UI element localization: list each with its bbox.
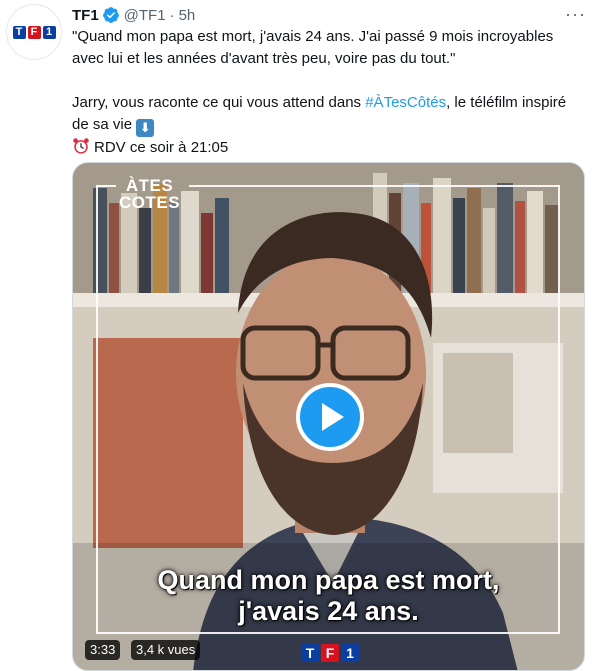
separator-dot: · <box>169 6 175 24</box>
logo-letter-t: T <box>12 25 26 39</box>
text-segment: RDV ce soir à 21:05 <box>94 139 229 156</box>
hashtag-link[interactable]: #ÀTesCôtés <box>365 94 446 111</box>
tweet-header: TF1 @TF1 · 5h ··· <box>72 4 588 26</box>
logo-letter-1: 1 <box>42 25 56 39</box>
tweet-text-line: Jarry, vous raconte ce qui vous attend d… <box>72 92 582 114</box>
logo-letter-f: F <box>321 644 339 662</box>
video-player[interactable]: ÀTES COTES Quand mon papa est mort, j'av… <box>72 162 585 671</box>
tweet-text-line: avec lui et les années d'avant très peu,… <box>72 50 456 67</box>
text-segment: Jarry, vous raconte ce qui vous attend d… <box>72 94 366 111</box>
avatar[interactable]: T F 1 <box>6 4 62 60</box>
tweet-timestamp[interactable]: 5h <box>179 7 196 24</box>
play-icon <box>322 403 344 431</box>
text-segment: , le téléfilm inspiré <box>446 94 567 111</box>
show-logo-line: COTES <box>119 193 181 212</box>
tweet-text-line: de sa vie ⬇ <box>72 114 582 137</box>
more-options-icon[interactable]: ··· <box>565 4 586 25</box>
tweet-text-line: "Quand mon papa est mort, j'avais 24 ans… <box>72 28 554 45</box>
text-segment: de sa vie <box>72 116 137 133</box>
logo-letter-f: F <box>27 25 41 39</box>
frame-border <box>189 185 560 187</box>
down-arrow-icon: ⬇ <box>136 119 155 137</box>
tweet-text: "Quand mon papa est mort, j'avais 24 ans… <box>72 26 582 159</box>
tweet-text-line: RDV ce soir à 21:05 <box>72 137 582 159</box>
logo-letter-t: T <box>301 644 319 662</box>
logo-letter-1: 1 <box>341 644 359 662</box>
video-duration: 3:33 <box>85 640 121 660</box>
verified-badge-icon <box>102 7 119 23</box>
tf1-logo: T F 1 <box>12 25 56 39</box>
subtitle-line: j'avais 24 ans. <box>238 596 419 626</box>
show-logo-line: ÀTES <box>125 176 174 195</box>
author-handle[interactable]: @TF1 <box>124 7 166 24</box>
video-subtitle: Quand mon papa est mort, j'avais 24 ans. <box>73 565 584 627</box>
play-button[interactable] <box>296 383 364 451</box>
alarm-clock-icon <box>73 138 89 154</box>
frame-border <box>96 185 116 187</box>
tf1-watermark: T F 1 <box>301 644 359 662</box>
show-logo: ÀTES COTES <box>119 177 180 211</box>
view-count: 3,4 k vues <box>131 640 201 660</box>
author-name[interactable]: TF1 <box>72 7 99 24</box>
subtitle-line: Quand mon papa est mort, <box>157 565 500 595</box>
